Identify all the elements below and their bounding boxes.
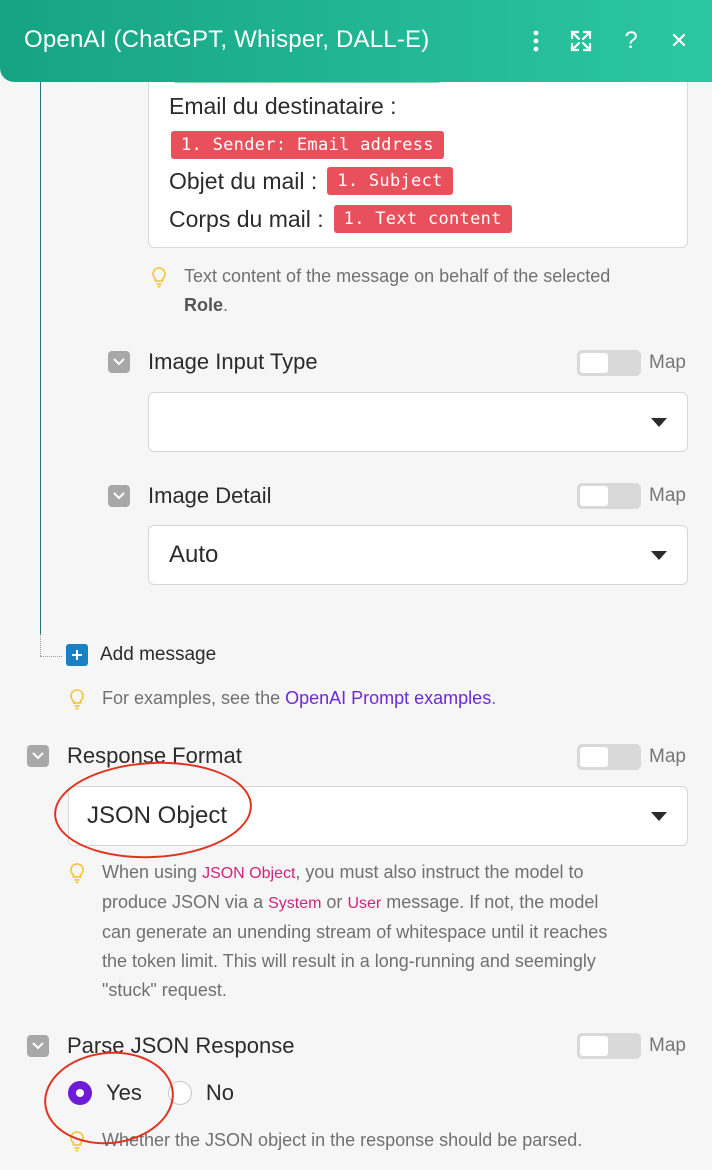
token-pill-partial bbox=[173, 82, 441, 83]
tree-connector-dots bbox=[40, 634, 41, 656]
recipient-token[interactable]: 1. Sender: Email address bbox=[171, 131, 444, 159]
image-input-type-select[interactable] bbox=[148, 392, 688, 452]
response-format-value: JSON Object bbox=[87, 802, 228, 829]
openai-prompt-examples-link[interactable]: OpenAI Prompt examples bbox=[285, 688, 491, 708]
recipient-label: Email du destinataire : bbox=[169, 93, 397, 119]
parse-json-label: Parse JSON Response bbox=[67, 1033, 295, 1058]
subject-token[interactable]: 1. Subject bbox=[327, 167, 453, 195]
subject-line: Objet du mail : 1. Subject bbox=[169, 167, 453, 195]
tree-connector-line bbox=[40, 82, 41, 634]
expand-icon[interactable] bbox=[565, 24, 597, 58]
map-label: Map bbox=[649, 485, 686, 506]
caret-down-icon bbox=[651, 812, 667, 821]
subject-label: Objet du mail : bbox=[169, 167, 318, 194]
module-settings-panel: Email du destinataire : 1. Sender: Email… bbox=[0, 82, 712, 1170]
system-token: System bbox=[268, 895, 322, 912]
more-vertical-icon[interactable] bbox=[520, 24, 552, 58]
user-token: User bbox=[347, 895, 382, 912]
image-detail-select[interactable]: Auto bbox=[148, 525, 688, 585]
chevron-down-icon[interactable] bbox=[27, 1035, 49, 1057]
recipient-token-line: 1. Sender: Email address bbox=[169, 131, 444, 159]
body-token[interactable]: 1. Text content bbox=[333, 205, 512, 233]
toggle-track[interactable] bbox=[577, 483, 641, 509]
image-detail-map-toggle[interactable]: Map bbox=[577, 483, 686, 509]
image-input-type-label: Image Input Type bbox=[148, 349, 318, 374]
caret-down-icon bbox=[651, 551, 667, 560]
close-icon[interactable]: ✕ bbox=[663, 24, 695, 58]
image-detail-value: Auto bbox=[169, 541, 219, 568]
image-input-type-row: Image Input Type bbox=[108, 348, 318, 376]
response-format-select[interactable]: JSON Object bbox=[68, 786, 688, 846]
examples-hint: For examples, see the OpenAI Prompt exam… bbox=[68, 684, 688, 713]
image-detail-row: Image Detail bbox=[108, 482, 272, 510]
map-label: Map bbox=[649, 352, 686, 373]
body-line: Corps du mail : 1. Text content bbox=[169, 205, 512, 233]
lightbulb-icon bbox=[70, 1131, 84, 1152]
help-icon[interactable]: ? bbox=[615, 24, 647, 58]
toggle-track[interactable] bbox=[577, 744, 641, 770]
chevron-down-icon[interactable] bbox=[108, 351, 130, 373]
radio-no[interactable] bbox=[167, 1081, 192, 1105]
lightbulb-icon bbox=[152, 267, 166, 288]
image-input-type-map-toggle[interactable]: Map bbox=[577, 350, 686, 376]
lightbulb-icon bbox=[70, 689, 84, 710]
plus-icon bbox=[66, 644, 88, 666]
response-format-row: Response Format bbox=[27, 742, 242, 770]
chevron-down-icon[interactable] bbox=[108, 485, 130, 507]
lightbulb-icon bbox=[70, 863, 84, 884]
response-format-hint: When using JSON Object, you must also in… bbox=[68, 858, 698, 1005]
message-content-hint: Text content of the message on behalf of… bbox=[150, 262, 690, 320]
toggle-track[interactable] bbox=[577, 350, 641, 376]
caret-down-icon bbox=[651, 418, 667, 427]
radio-yes[interactable] bbox=[68, 1081, 92, 1105]
json-object-token: JSON Object bbox=[202, 865, 296, 882]
radio-yes-label[interactable]: Yes bbox=[106, 1080, 142, 1106]
tree-connector-dots-horizontal bbox=[40, 656, 62, 657]
body-label: Corps du mail : bbox=[169, 205, 324, 232]
module-header: OpenAI (ChatGPT, Whisper, DALL-E) ? ✕ bbox=[0, 0, 712, 82]
parse-json-hint: Whether the JSON object in the response … bbox=[68, 1126, 698, 1155]
message-content-field[interactable]: Email du destinataire : 1. Sender: Email… bbox=[148, 82, 688, 248]
recipient-line: Email du destinataire : bbox=[169, 93, 397, 120]
parse-json-map-toggle[interactable]: Map bbox=[577, 1033, 686, 1059]
image-detail-label: Image Detail bbox=[148, 483, 272, 508]
add-message-button[interactable]: Add message bbox=[66, 644, 216, 666]
toggle-track[interactable] bbox=[577, 1033, 641, 1059]
add-message-label: Add message bbox=[100, 644, 217, 665]
map-label: Map bbox=[649, 746, 686, 767]
response-format-label: Response Format bbox=[67, 743, 242, 768]
parse-json-radio-group: Yes No bbox=[68, 1080, 260, 1106]
radio-no-label[interactable]: No bbox=[206, 1080, 234, 1106]
parse-json-row: Parse JSON Response bbox=[27, 1032, 294, 1060]
response-format-map-toggle[interactable]: Map bbox=[577, 744, 686, 770]
chevron-down-icon[interactable] bbox=[27, 745, 49, 767]
map-label: Map bbox=[649, 1035, 686, 1056]
module-title: OpenAI (ChatGPT, Whisper, DALL-E) bbox=[24, 26, 430, 53]
